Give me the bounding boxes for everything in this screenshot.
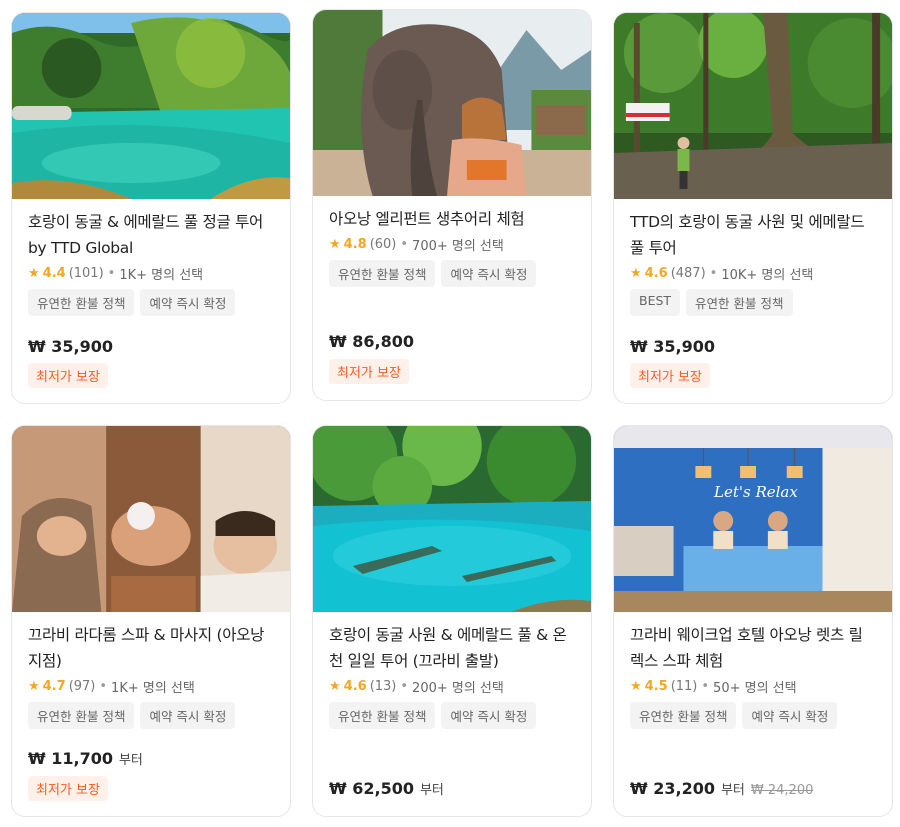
product-image[interactable] xyxy=(313,10,591,196)
price-from-label: 부터 xyxy=(118,753,143,768)
separator-dot: • xyxy=(99,679,108,694)
rating-score: 4.5 xyxy=(644,679,668,694)
price-row: ₩ 86,800 xyxy=(329,332,414,351)
rating-score: 4.6 xyxy=(644,266,668,281)
selection-count: 200+ 명의 선택 xyxy=(412,681,504,696)
product-title[interactable]: 끄라비 라다롬 스파 & 마사지 (아오낭 지점) xyxy=(28,622,274,674)
product-title[interactable]: 아오낭 엘리펀트 생추어리 체험 xyxy=(329,206,575,232)
rating: ★ 4.8 (60) • 700+ 명의 선택 xyxy=(329,235,575,254)
tag-list: 유연한 환불 정책 예약 즉시 확정 xyxy=(28,289,274,316)
review-count: (13) xyxy=(369,679,397,694)
product-image[interactable]: Let's Relax xyxy=(614,426,892,612)
price: ₩ 11,700 xyxy=(28,749,113,768)
tag: 예약 즉시 확정 xyxy=(140,289,236,316)
star-icon: ★ xyxy=(329,237,341,252)
selection-count: 700+ 명의 선택 xyxy=(412,239,504,254)
tag: 유연한 환불 정책 xyxy=(329,702,436,729)
separator-dot: • xyxy=(107,266,116,281)
star-icon: ★ xyxy=(630,679,642,694)
review-count: (101) xyxy=(68,266,104,281)
price-from-label: 부터 xyxy=(419,783,444,798)
selection-count: 1K+ 명의 선택 xyxy=(111,681,195,696)
price-row: ₩ 62,500 부터 xyxy=(329,779,444,798)
tag-list: 유연한 환불 정책 예약 즉시 확정 xyxy=(630,702,876,729)
lowest-price-badge: 최저가 보장 xyxy=(630,363,710,388)
product-image[interactable] xyxy=(614,13,892,199)
review-count: (60) xyxy=(369,237,397,252)
price-row: ₩ 35,900 xyxy=(630,337,715,356)
lowest-price-badge: 최저가 보장 xyxy=(28,363,108,388)
star-icon: ★ xyxy=(329,679,341,694)
product-image[interactable] xyxy=(313,426,591,612)
product-card[interactable]: 호랑이 동굴 사원 & 에메랄드 풀 & 온천 일일 투어 (끄라비 출발) ★… xyxy=(312,425,592,817)
separator-dot: • xyxy=(701,679,710,694)
product-card[interactable]: 호랑이 동굴 & 에메랄드 풀 정글 투어 by TTD Global ★ 4.… xyxy=(11,12,291,404)
product-card[interactable]: 아오낭 엘리펀트 생추어리 체험 ★ 4.8 (60) • 700+ 명의 선택… xyxy=(312,9,592,401)
star-icon: ★ xyxy=(28,266,40,281)
rating: ★ 4.5 (11) • 50+ 명의 선택 xyxy=(630,677,876,696)
selection-count: 1K+ 명의 선택 xyxy=(119,268,204,283)
review-count: (97) xyxy=(68,679,96,694)
rating: ★ 4.7 (97) • 1K+ 명의 선택 xyxy=(28,677,274,696)
product-title[interactable]: 호랑이 동굴 & 에메랄드 풀 정글 투어 by TTD Global xyxy=(28,209,274,261)
tag-list: BEST 유연한 환불 정책 xyxy=(630,289,876,316)
product-grid: 호랑이 동굴 & 에메랄드 풀 정글 투어 by TTD Global ★ 4.… xyxy=(0,0,900,827)
sign-text: Let's Relax xyxy=(714,483,798,501)
original-price: ₩ 24,200 xyxy=(750,783,814,798)
lowest-price-badge: 최저가 보장 xyxy=(28,776,108,801)
product-card[interactable]: 끄라비 라다롬 스파 & 마사지 (아오낭 지점) ★ 4.7 (97) • 1… xyxy=(11,425,291,817)
separator-dot: • xyxy=(709,266,718,281)
product-title[interactable]: TTD의 호랑이 동굴 사원 및 에메랄드 풀 투어 xyxy=(630,209,876,261)
selection-count: 10K+ 명의 선택 xyxy=(721,268,814,283)
price-row: ₩ 11,700 부터 xyxy=(28,749,143,768)
star-icon: ★ xyxy=(630,266,642,281)
rating-score: 4.7 xyxy=(42,679,66,694)
tag: 유연한 환불 정책 xyxy=(28,702,135,729)
selection-count: 50+ 명의 선택 xyxy=(713,681,797,696)
product-card[interactable]: TTD의 호랑이 동굴 사원 및 에메랄드 풀 투어 ★ 4.6 (487) •… xyxy=(613,12,893,404)
tag: 유연한 환불 정책 xyxy=(630,702,737,729)
rating: ★ 4.6 (13) • 200+ 명의 선택 xyxy=(329,677,575,696)
price: ₩ 62,500 xyxy=(329,779,414,798)
rating-score: 4.4 xyxy=(42,266,66,281)
product-image[interactable] xyxy=(12,13,290,199)
price: ₩ 35,900 xyxy=(28,337,113,356)
tag: 유연한 환불 정책 xyxy=(329,260,436,287)
product-title[interactable]: 호랑이 동굴 사원 & 에메랄드 풀 & 온천 일일 투어 (끄라비 출발) xyxy=(329,622,575,674)
tag: 예약 즉시 확정 xyxy=(441,260,537,287)
separator-dot: • xyxy=(400,237,409,252)
tag: 예약 즉시 확정 xyxy=(441,702,537,729)
rating-score: 4.6 xyxy=(343,679,367,694)
rating-score: 4.8 xyxy=(343,237,367,252)
tag: 유연한 환불 정책 xyxy=(686,289,793,316)
lowest-price-badge: 최저가 보장 xyxy=(329,359,409,384)
star-icon: ★ xyxy=(28,679,40,694)
rating: ★ 4.4 (101) • 1K+ 명의 선택 xyxy=(28,264,274,283)
tag-list: 유연한 환불 정책 예약 즉시 확정 xyxy=(28,702,274,729)
rating: ★ 4.6 (487) • 10K+ 명의 선택 xyxy=(630,264,876,283)
tag: 유연한 환불 정책 xyxy=(28,289,135,316)
tag: 예약 즉시 확정 xyxy=(742,702,838,729)
product-title[interactable]: 끄라비 웨이크업 호텔 아오낭 렛츠 릴렉스 스파 체험 xyxy=(630,622,876,674)
product-card[interactable]: Let's Relax 끄라비 웨이크업 호텔 아오낭 렛츠 릴렉스 스파 체험… xyxy=(613,425,893,817)
tag: 예약 즉시 확정 xyxy=(140,702,236,729)
product-image[interactable] xyxy=(12,426,290,612)
price-row: ₩ 23,200 부터 ₩ 24,200 xyxy=(630,779,813,798)
price-from-label: 부터 xyxy=(720,783,745,798)
best-tag: BEST xyxy=(630,289,681,316)
review-count: (487) xyxy=(670,266,706,281)
tag-list: 유연한 환불 정책 예약 즉시 확정 xyxy=(329,702,575,729)
tag-list: 유연한 환불 정책 예약 즉시 확정 xyxy=(329,260,575,287)
price: ₩ 35,900 xyxy=(630,337,715,356)
review-count: (11) xyxy=(670,679,698,694)
price: ₩ 23,200 xyxy=(630,779,715,798)
separator-dot: • xyxy=(400,679,409,694)
price: ₩ 86,800 xyxy=(329,332,414,351)
price-row: ₩ 35,900 xyxy=(28,337,113,356)
